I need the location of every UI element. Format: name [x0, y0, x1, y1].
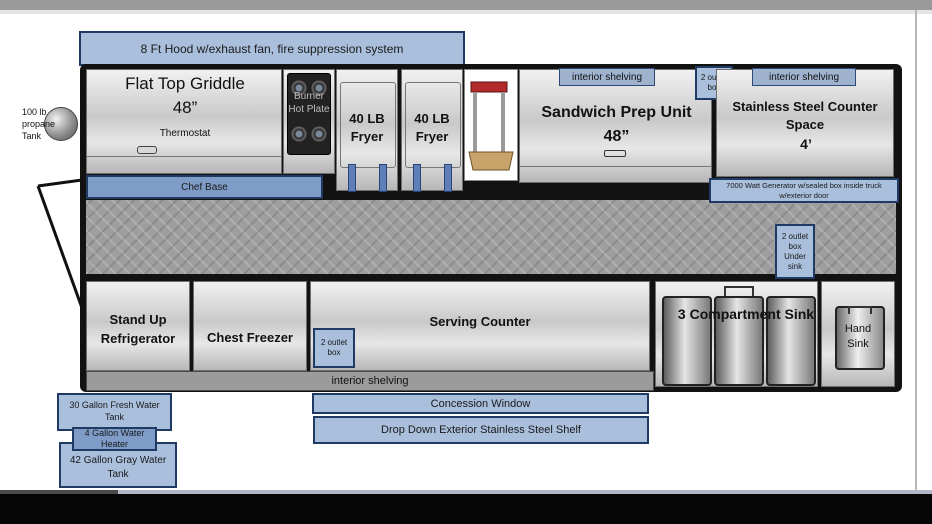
flat-top-griddle: Flat Top Griddle 48” Thermostat [86, 69, 282, 174]
fresh-water-tank: 30 Gallon Fresh Water Tank [57, 393, 172, 431]
sandwich-prep-size: 48” [603, 128, 630, 145]
prep-handle-icon [604, 150, 626, 157]
counter-space-title: Stainless Steel Counter Space [732, 99, 878, 132]
griddle-thermostat: Thermostat [159, 128, 211, 139]
hood-label: 8 Ft Hood w/exhaust fan, fire suppressio… [79, 31, 465, 66]
propane-label: 100 lb propane Tank [22, 107, 56, 141]
interior-shelving-top-1: interior shelving [559, 68, 655, 86]
burner-icon [291, 126, 307, 142]
sandwich-prep-title: Sandwich Prep Unit [541, 104, 692, 121]
chef-base: Chef Base [86, 175, 323, 199]
chest-freezer: Chest Freezer [193, 281, 307, 371]
serving-counter: Serving Counter [310, 281, 650, 371]
window-top-strip [0, 10, 932, 14]
outlet-box-counter: 2 outlet box [313, 328, 355, 368]
serving-counter-label: Serving Counter [429, 314, 531, 329]
faucet-icon [724, 286, 754, 296]
faucet-icon [848, 306, 872, 314]
heat-lamp-icon [468, 81, 514, 171]
griddle-handle [137, 146, 157, 154]
compartment-sink-label: 3 Compartment Sink [677, 306, 815, 322]
concession-window: Concession Window [312, 393, 649, 414]
interior-shelving-top-2: interior shelving [752, 68, 856, 86]
hand-sink: Hand Sink [821, 281, 895, 387]
fryer-2-label: 40 LB Fryer [414, 111, 450, 144]
outlet-box-under-sink: 2 outlet box Under sink [775, 224, 815, 279]
fryer-1-label: 40 LB Fryer [349, 111, 385, 144]
burner-icon [311, 126, 327, 142]
hand-sink-label: Hand Sink [844, 323, 872, 350]
refrigerator-label: Stand Up Refrigerator [100, 312, 176, 346]
fryer-basket-icon [379, 164, 387, 192]
interior-shelving-bottom: interior shelving [86, 371, 654, 391]
griddle-title: Flat Top Griddle [125, 74, 245, 93]
chest-freezer-label: Chest Freezer [207, 330, 293, 345]
exterior-stainless-shelf: Drop Down Exterior Stainless Steel Shelf [313, 416, 649, 444]
fryer-basket-icon [413, 164, 421, 192]
generator-label: 7000 Watt Generator w/sealed box inside … [709, 178, 899, 203]
window-bottom-border [0, 494, 932, 524]
counter-space-size: 4’ [800, 136, 812, 152]
fryer-2: 40 LB Fryer [401, 69, 463, 192]
fryer-basket-icon [348, 164, 356, 192]
page-right-divider [915, 10, 917, 490]
hot-plate-label: Burner Hot Plate [288, 91, 330, 115]
three-compartment-sink: 3 Compartment Sink [655, 281, 818, 387]
fryer-basket-icon [444, 164, 452, 192]
fryer-1: 40 LB Fryer [336, 69, 398, 192]
window-top-border [0, 0, 932, 10]
water-heater: 4 Gallon Water Heater [72, 427, 157, 451]
trailer-hitch [36, 178, 84, 309]
food-warmer-station [464, 69, 518, 181]
stand-up-refrigerator: Stand Up Refrigerator [86, 281, 190, 371]
griddle-size: 48” [172, 98, 198, 117]
sandwich-prep-unit: Sandwich Prep Unit 48” [519, 69, 712, 183]
